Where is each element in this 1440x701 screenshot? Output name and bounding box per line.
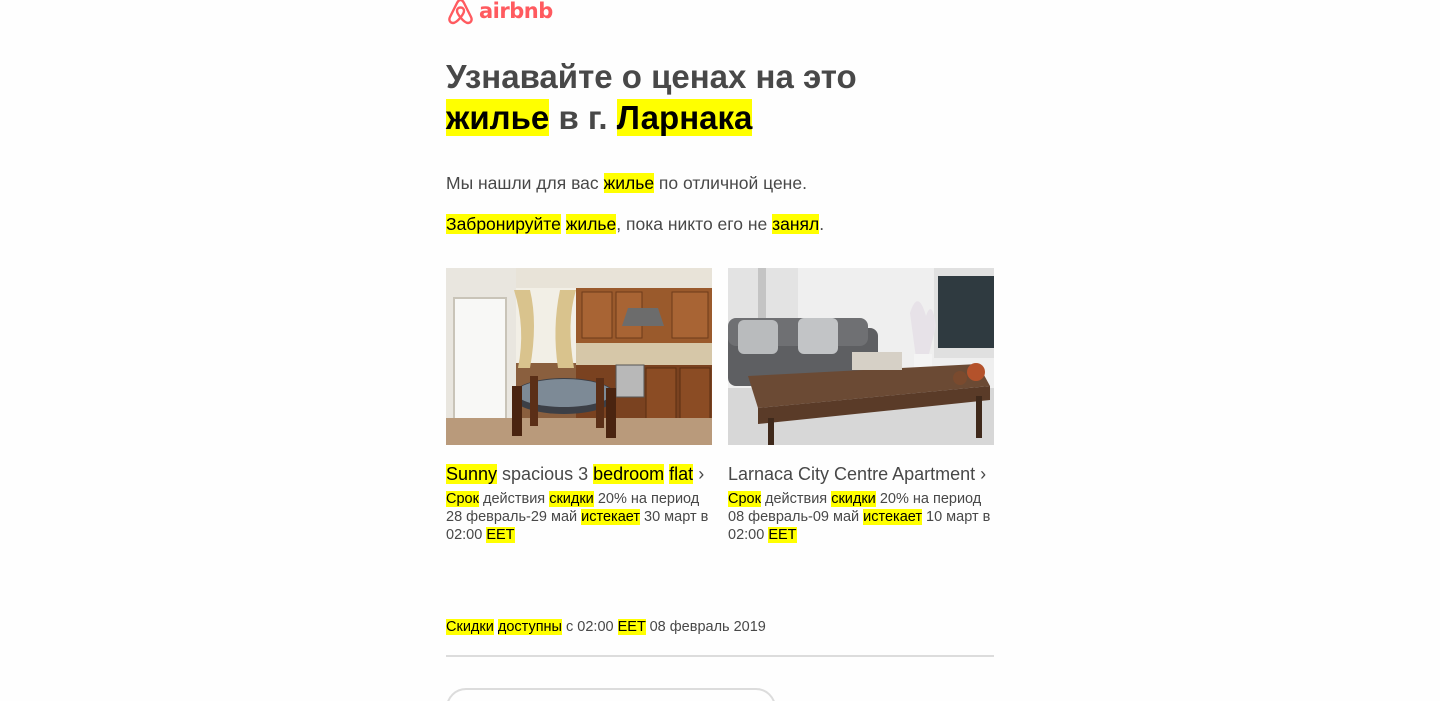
listing-title-part: flat [669, 464, 694, 484]
headline-middle: в г. [549, 99, 617, 136]
listing-card-1[interactable]: Sunny spacious 3 bedroom flat › Срок дей… [446, 268, 712, 544]
desc-highlight: EET [768, 527, 797, 543]
living-room-photo[interactable] [728, 268, 994, 445]
desc-highlight: Срок [728, 491, 761, 507]
intro-text: Мы нашли для вас [446, 173, 604, 193]
intro-text: по отличной цене. [654, 173, 807, 193]
discount-availability: Скидки доступны с 02:00 EET 08 февраль 2… [446, 617, 766, 637]
avail-text: с 02:00 [561, 619, 618, 635]
desc-highlight: EET [486, 527, 515, 543]
headline-line1: Узнавайте о ценах на это [446, 58, 857, 95]
airbnb-logo[interactable]: airbnb [446, 0, 553, 26]
rounded-button-partial[interactable] [446, 688, 776, 701]
desc-highlight: Срок [446, 491, 479, 507]
listing-card-2[interactable]: Larnaca City Centre Apartment › Срок дей… [728, 268, 994, 544]
intro-paragraph-1: Мы нашли для вас жилье по отличной цене. [446, 171, 807, 195]
desc-text: действия [478, 491, 550, 507]
brand-name: airbnb [479, 0, 553, 23]
avail-highlight: EET [617, 619, 646, 635]
listing-discount-info: Срок действия скидки 20% на период 08 фе… [728, 490, 994, 544]
desc-highlight: истекает [581, 509, 640, 525]
intro-highlight: жилье [565, 214, 617, 234]
airbnb-belo-icon [448, 0, 473, 25]
headline: Узнавайте о ценах на это жилье в г. Ларн… [446, 56, 1006, 138]
listing-title-chevron: › [693, 464, 705, 484]
intro-text: , пока никто его не [616, 214, 773, 234]
desc-highlight: скидки [549, 491, 594, 507]
intro-paragraph-2: Забронируйте жилье, пока никто его не за… [446, 212, 824, 236]
avail-text: 08 февраль 2019 [645, 619, 766, 635]
avail-highlight: доступны [497, 619, 562, 635]
desc-text: действия [760, 491, 832, 507]
desc-highlight: скидки [831, 491, 876, 507]
intro-highlight: Забронируйте [446, 214, 561, 234]
headline-city: Ларнака [616, 99, 753, 136]
headline-word-home: жилье [446, 99, 550, 136]
intro-text: . [819, 214, 825, 234]
listing-discount-info: Срок действия скидки 20% на период 28 фе… [446, 490, 712, 544]
listing-title-part: spacious 3 [497, 464, 594, 484]
listing-cards: Sunny spacious 3 bedroom flat › Срок дей… [446, 268, 994, 544]
kitchen-photo[interactable] [446, 268, 712, 445]
listing-title-part: bedroom [593, 464, 665, 484]
email-page: airbnb Узнавайте о ценах на это жилье в … [0, 0, 1440, 701]
avail-highlight: Скидки [446, 619, 494, 635]
intro-highlight: жилье [603, 173, 655, 193]
desc-highlight: истекает [863, 509, 922, 525]
section-divider [446, 655, 994, 657]
listing-title-part: Sunny [446, 464, 498, 484]
listing-title[interactable]: Sunny spacious 3 bedroom flat › [446, 462, 712, 486]
listing-title[interactable]: Larnaca City Centre Apartment › [728, 462, 994, 486]
intro-highlight: занял [772, 214, 820, 234]
